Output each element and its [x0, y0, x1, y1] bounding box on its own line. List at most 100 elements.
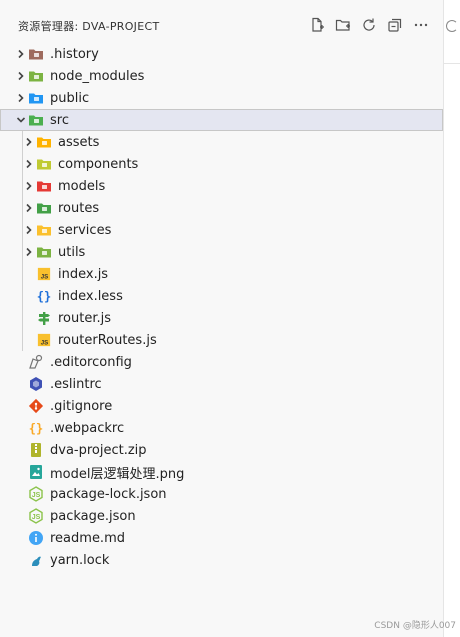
refresh-button[interactable]	[359, 15, 379, 35]
file-row[interactable]: JS routerRoutes.js	[0, 329, 443, 351]
chevron-right-icon[interactable]	[22, 197, 36, 219]
chevron-right-icon[interactable]	[22, 131, 36, 153]
refresh-icon	[363, 18, 375, 31]
collapse-all-button[interactable]	[385, 15, 405, 35]
file-row[interactable]: readme.md	[0, 527, 443, 549]
tree-item-label: services	[58, 222, 112, 238]
chevron-spacer	[14, 395, 28, 417]
new-file-button[interactable]	[307, 15, 327, 35]
folder-row[interactable]: .history	[0, 43, 443, 65]
src-folder-icon	[28, 112, 44, 128]
folder-row[interactable]: assets	[0, 131, 443, 153]
new-folder-icon	[335, 19, 350, 31]
chevron-spacer	[14, 505, 28, 527]
tree-item-label: index.less	[58, 288, 123, 304]
file-row[interactable]: .eslintrc	[0, 373, 443, 395]
editor-tab-strip	[444, 0, 460, 64]
file-tree: .history node_modulespublic src assets compo…	[0, 43, 443, 571]
folder-row[interactable]: models	[0, 175, 443, 197]
svg-text:JS: JS	[32, 492, 41, 499]
chevron-right-icon[interactable]	[22, 153, 36, 175]
zip-file-icon	[28, 442, 44, 458]
history-folder-icon	[28, 46, 44, 62]
javascript-file-icon: JS	[36, 266, 52, 282]
file-row[interactable]: dva-project.zip	[0, 439, 443, 461]
svg-text:JS: JS	[41, 273, 48, 280]
javascript-file-icon: JS	[36, 332, 52, 348]
less-file-icon: {}	[36, 288, 52, 304]
explorer-title: 资源管理器: DVA-PROJECT	[18, 20, 160, 33]
chevron-spacer	[14, 373, 28, 395]
chevron-spacer	[22, 307, 36, 329]
svg-text:{}: {}	[37, 290, 51, 304]
chevron-right-icon[interactable]	[22, 175, 36, 197]
file-row[interactable]: .editorconfig	[0, 351, 443, 373]
file-row[interactable]: JS package.json	[0, 505, 443, 527]
chevron-spacer	[14, 527, 28, 549]
chevron-down-icon[interactable]	[14, 109, 28, 131]
models-folder-icon	[36, 178, 52, 194]
tree-item-label: src	[50, 112, 69, 128]
tree-item-label: public	[50, 90, 90, 106]
chevron-right-icon[interactable]	[22, 241, 36, 263]
chevron-right-icon[interactable]	[14, 43, 28, 65]
svg-text:JS: JS	[32, 514, 41, 521]
tree-item-label: .webpackrc	[50, 420, 125, 436]
folder-row[interactable]: src	[0, 109, 443, 131]
tree-item-label: .editorconfig	[50, 354, 132, 370]
tree-item-label: routes	[58, 200, 100, 216]
new-folder-button[interactable]	[333, 15, 353, 35]
tree-item-label: .gitignore	[50, 398, 113, 414]
explorer-panel: 资源管理器: DVA-PROJECT .history node_modulesp…	[0, 0, 443, 637]
svg-text:JS: JS	[41, 339, 48, 346]
chevron-spacer	[14, 549, 28, 571]
folder-row[interactable]: components	[0, 153, 443, 175]
info-file-icon	[28, 530, 44, 546]
chevron-right-icon[interactable]	[14, 65, 28, 87]
json-braces-file-icon: {}	[28, 420, 44, 436]
tree-item-label: model层逻辑处理.png	[50, 466, 185, 482]
folder-row[interactable]: routes	[0, 197, 443, 219]
chevron-spacer	[14, 483, 28, 505]
utils-folder-icon	[36, 244, 52, 260]
file-row[interactable]: model层逻辑处理.png	[0, 461, 443, 483]
assets-folder-icon	[36, 134, 52, 150]
tree-item-label: package-lock.json	[50, 486, 167, 502]
chevron-spacer	[14, 439, 28, 461]
tree-item-label: yarn.lock	[50, 552, 110, 568]
folder-row[interactable]: node_modules	[0, 65, 443, 87]
npm-json-file-icon: JS	[28, 508, 44, 524]
svg-text:{}: {}	[29, 422, 43, 436]
editor-edge	[443, 0, 460, 637]
yarn-file-icon	[28, 552, 44, 568]
folder-row[interactable]: services	[0, 219, 443, 241]
collapse-all-icon	[388, 18, 402, 32]
explorer-header: 资源管理器: DVA-PROJECT	[0, 0, 443, 44]
file-row[interactable]: .gitignore	[0, 395, 443, 417]
services-folder-icon	[36, 222, 52, 238]
routes-folder-icon	[36, 200, 52, 216]
tree-item-label: models	[58, 178, 106, 194]
tree-item-label: readme.md	[50, 530, 125, 546]
components-folder-icon	[36, 156, 52, 172]
watermark: CSDN @隐形人007	[374, 621, 456, 631]
file-row[interactable]: {} .webpackrc	[0, 417, 443, 439]
file-row[interactable]: {} index.less	[0, 285, 443, 307]
npm-json-file-icon: JS	[28, 486, 44, 502]
file-row[interactable]: JS package-lock.json	[0, 483, 443, 505]
file-row[interactable]: yarn.lock	[0, 549, 443, 571]
tree-item-label: dva-project.zip	[50, 442, 147, 458]
chevron-spacer	[22, 329, 36, 351]
folder-row[interactable]: public	[0, 87, 443, 109]
folder-row[interactable]: utils	[0, 241, 443, 263]
file-row[interactable]: router.js	[0, 307, 443, 329]
more-icon	[414, 23, 428, 27]
node-modules-folder-icon	[28, 68, 44, 84]
tree-item-label: index.js	[58, 266, 109, 282]
chevron-right-icon[interactable]	[22, 219, 36, 241]
chevron-right-icon[interactable]	[14, 87, 28, 109]
tree-item-label: .history	[50, 46, 99, 62]
more-actions-button[interactable]	[411, 15, 431, 35]
tree-item-label: assets	[58, 134, 100, 150]
file-row[interactable]: JS index.js	[0, 263, 443, 285]
